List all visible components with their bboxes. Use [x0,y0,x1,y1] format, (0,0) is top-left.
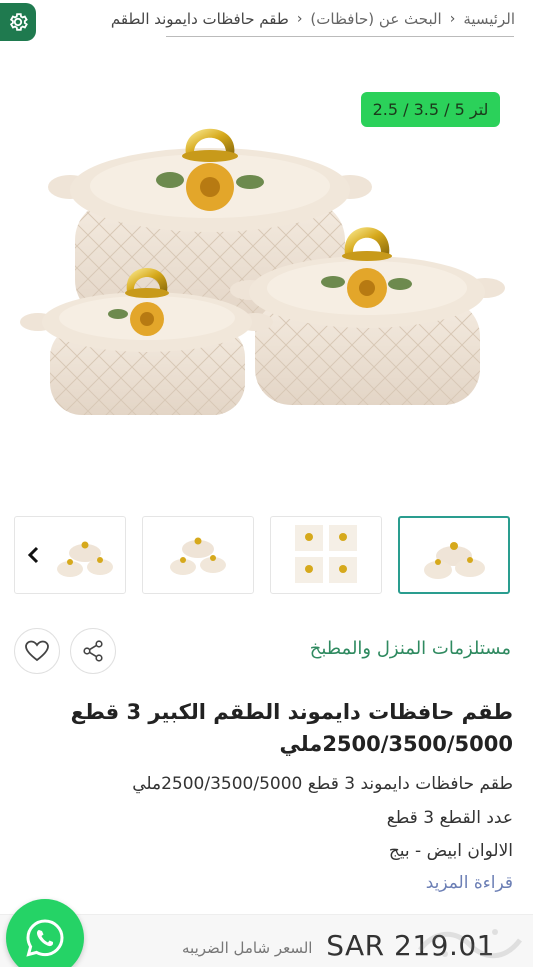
product-image[interactable] [0,70,533,480]
whatsapp-icon [26,919,64,957]
breadcrumb-home[interactable]: الرئيسية [463,10,515,28]
read-more-link[interactable]: قراءة المزيد [426,873,513,893]
size-badge: 2.5 / 3.5 / 5 لتر [361,92,500,127]
product-title: طقم حافظات دايموند الطقم الكبير 3 قطع 25… [13,696,513,760]
breadcrumb: الرئيسية ‹ البحث عن (حافظات) ‹ طقم حافظا… [111,10,515,28]
chevron-icon: ‹ [296,11,303,27]
chevron-icon: ‹ [449,11,456,27]
whatsapp-button[interactable] [6,899,84,967]
thumbnail-strip [0,516,533,596]
breadcrumb-underline [166,36,514,37]
heart-icon [25,640,49,662]
favorite-button[interactable] [14,628,60,674]
breadcrumb-current: طقم حافظات دايموند الطقم [110,10,289,28]
thumbnail-2[interactable] [270,516,382,594]
thumbnail-3[interactable] [142,516,254,594]
thumbnails-prev-button[interactable] [25,545,41,565]
product-title-line1: طقم حافظات دايموند الطقم الكبير 3 قطع [70,700,513,724]
settings-button[interactable] [0,3,36,41]
gear-icon [9,13,28,31]
description-line: عدد القطع 3 قطع [386,808,513,828]
description-line: الالوان ابيض - بيج [388,841,513,861]
watermark-logo [418,929,522,959]
product-category[interactable]: مستلزمات المنزل والمطبخ [310,638,511,659]
breadcrumb-search[interactable]: البحث عن (حافظات) [310,10,441,28]
tax-note: السعر شامل الضريبه [182,939,313,957]
thumbnail-1[interactable] [398,516,510,594]
share-icon [83,640,103,662]
product-title-line2: 2500/3500/5000ملي [279,732,513,756]
share-button[interactable] [70,628,116,674]
chevron-left-icon [27,546,39,564]
description-line: طقم حافظات دايموند 3 قطع 2500/3500/5000م… [132,774,513,794]
breadcrumb-bar: الرئيسية ‹ البحث عن (حافظات) ‹ طقم حافظا… [0,0,533,46]
